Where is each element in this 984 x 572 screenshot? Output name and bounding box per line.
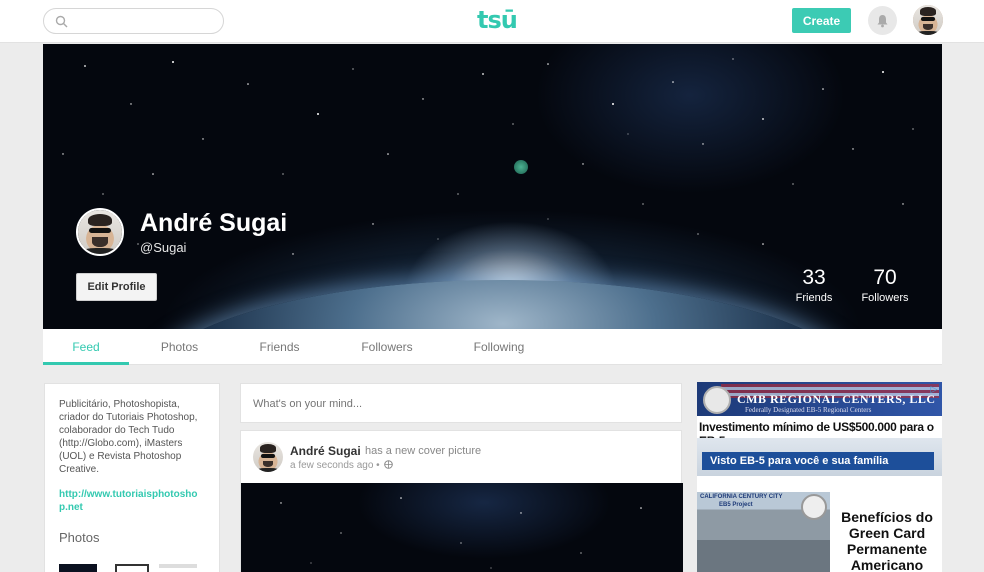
ad-photo-label-project: EB5 Project <box>719 502 753 508</box>
friends-label: Friends <box>795 292 833 304</box>
status-composer[interactable] <box>240 383 682 423</box>
edit-profile-button[interactable]: Edit Profile <box>76 273 157 301</box>
tab-friends[interactable]: Friends <box>243 329 316 365</box>
post-author-name[interactable]: André Sugai <box>290 444 361 458</box>
profile-handle: @Sugai <box>140 240 187 255</box>
top-navigation-bar: tsū Create <box>0 0 984 43</box>
photos-heading: Photos <box>59 530 100 545</box>
tab-photos[interactable]: Photos <box>143 329 216 365</box>
post-author-avatar[interactable] <box>253 442 283 472</box>
globe-icon <box>384 460 394 469</box>
profile-avatar[interactable] <box>76 208 124 256</box>
followers-count: 70 <box>873 266 897 289</box>
about-card: Publicitário, Photoshopista, criador do … <box>44 383 220 572</box>
search-icon <box>55 15 68 28</box>
feed-post: André Sugai has a new cover picture a fe… <box>240 430 683 572</box>
post-timestamp: a few seconds ago • <box>290 460 394 471</box>
friends-stat[interactable]: 33 Friends <box>790 266 838 304</box>
ad-visa-bar: Visto EB-5 para você e sua família <box>702 452 934 470</box>
tab-feed[interactable]: Feed <box>43 329 129 365</box>
tab-followers[interactable]: Followers <box>348 329 426 365</box>
tab-following[interactable]: Following <box>459 329 539 365</box>
photo-thumbnail[interactable] <box>115 564 149 572</box>
cover-photo: André Sugai @Sugai Edit Profile 33 Frien… <box>43 44 942 329</box>
photo-thumbnail[interactable] <box>59 564 97 572</box>
search-input[interactable] <box>74 12 214 30</box>
create-button[interactable]: Create <box>792 8 851 33</box>
profile-website-link[interactable]: http://www.tutoriaisphotoshop.net <box>59 488 205 514</box>
notifications-button[interactable] <box>868 6 897 35</box>
followers-stat[interactable]: 70 Followers <box>855 266 915 304</box>
followers-label: Followers <box>861 292 909 304</box>
post-cover-image[interactable] <box>241 483 683 572</box>
advertisement[interactable]: CMB REGIONAL CENTERS, LLC Federally Desi… <box>697 382 942 572</box>
profile-tabs: Feed Photos Friends Followers Following <box>43 329 942 365</box>
profile-name: André Sugai <box>140 209 288 237</box>
bell-icon <box>877 14 888 27</box>
post-action-text: has a new cover picture <box>365 445 482 457</box>
search-box[interactable] <box>43 8 224 34</box>
post-time-text: a few seconds ago • <box>290 460 380 471</box>
lens-flare <box>514 160 528 174</box>
ad-seal-logo <box>703 386 731 414</box>
post-image-stars <box>280 497 642 569</box>
status-input[interactable] <box>253 395 653 413</box>
profile-bio: Publicitário, Photoshopista, criador do … <box>59 399 198 475</box>
adchoices-icon[interactable]: ▷ <box>929 384 939 394</box>
tsu-logo[interactable]: tsū <box>477 6 518 34</box>
ad-seal-logo-small <box>801 494 827 520</box>
user-avatar[interactable] <box>913 5 943 35</box>
photo-thumbnail[interactable] <box>159 564 197 568</box>
ad-company-subtitle: Federally Designated EB-5 Regional Cente… <box>745 406 872 414</box>
ad-green-card-text: Benefícios do Green Card Permanente Amer… <box>841 509 933 572</box>
ad-photo-label: CALIFORNIA CENTURY CITY <box>700 494 783 500</box>
friends-count: 33 <box>802 266 826 289</box>
ad-company-title: CMB REGIONAL CENTERS, LLC <box>737 392 936 406</box>
